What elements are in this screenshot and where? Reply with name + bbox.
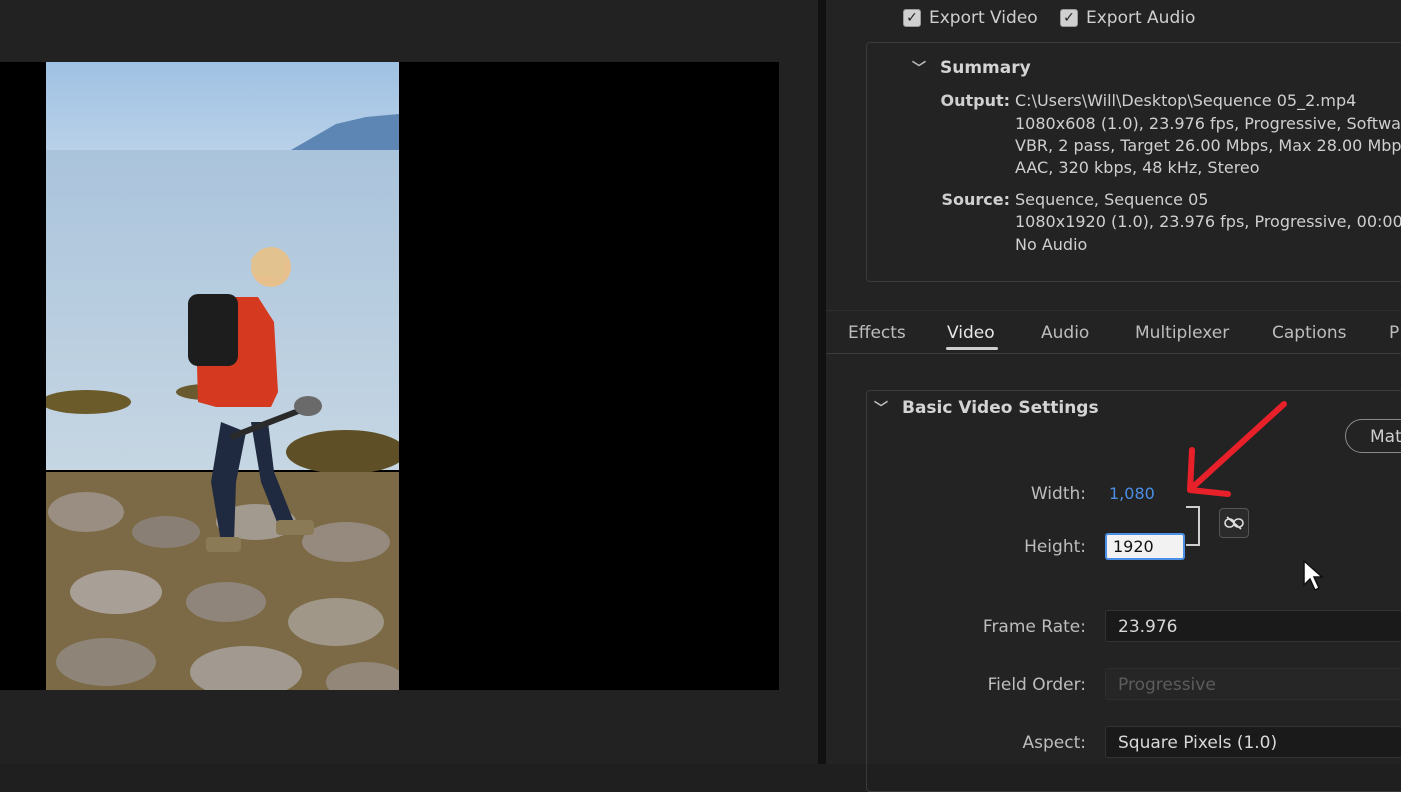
source-audio-spec: No Audio — [1015, 235, 1088, 254]
field-order-dropdown: Progressive — [1105, 668, 1401, 700]
checkbox-check-icon: ✓ — [1060, 9, 1078, 27]
aspect-link-bracket — [1186, 506, 1200, 546]
output-video-spec: 1080x608 (1.0), 23.976 fps, Progressive,… — [1015, 114, 1401, 133]
width-value[interactable]: 1,080 — [1109, 484, 1155, 503]
tab-captions[interactable]: Captions — [1272, 323, 1347, 343]
video-preview-frame — [0, 62, 779, 690]
summary-header[interactable]: ﹀ Summary — [912, 58, 1031, 78]
match-source-button[interactable]: Mat — [1345, 419, 1401, 453]
preview-image-hiker-on-rocky-shore — [46, 62, 399, 690]
unlink-icon[interactable] — [1219, 508, 1249, 538]
basic-video-settings-header[interactable]: ﹀ Basic Video Settings — [874, 398, 1099, 418]
output-path: C:\Users\Will\Desktop\Sequence 05_2.mp4 — [1015, 91, 1357, 110]
annotation-arrow — [1187, 401, 1287, 497]
panel-divider[interactable] — [818, 0, 826, 764]
aspect-dropdown[interactable]: Square Pixels (1.0) — [1105, 726, 1401, 758]
height-label: Height: — [1024, 537, 1086, 557]
tab-multiplexer[interactable]: Multiplexer — [1135, 323, 1229, 343]
tab-effects[interactable]: Effects — [848, 323, 906, 343]
output-audio-spec: AAC, 320 kbps, 48 kHz, Stereo — [1015, 158, 1260, 177]
chevron-down-icon: ﹀ — [912, 61, 926, 77]
output-label: Output: — [940, 91, 1010, 110]
source-name: Sequence, Sequence 05 — [1015, 190, 1209, 209]
settings-tabs: Effects Video Audio Multiplexer Captions… — [826, 310, 1401, 354]
frame-rate-label: Frame Rate: — [982, 617, 1086, 637]
summary-title: Summary — [940, 58, 1031, 78]
chevron-down-icon: ﹀ — [874, 401, 888, 417]
tab-audio[interactable]: Audio — [1041, 323, 1089, 343]
program-monitor — [0, 0, 818, 764]
output-bitrate-spec: VBR, 2 pass, Target 26.00 Mbps, Max 28.0… — [1015, 136, 1401, 155]
frame-rate-dropdown[interactable]: 23.976 — [1105, 610, 1401, 642]
mouse-cursor-icon — [1303, 559, 1324, 592]
export-audio-label: Export Audio — [1086, 8, 1196, 28]
active-tab-indicator — [946, 347, 998, 350]
aspect-label: Aspect: — [1022, 733, 1086, 753]
width-label: Width: — [1030, 484, 1086, 504]
export-video-checkbox[interactable]: ✓ Export Video — [903, 8, 1038, 28]
tab-video[interactable]: Video — [947, 323, 995, 343]
source-label: Source: — [941, 190, 1010, 209]
tab-publish[interactable]: P — [1389, 323, 1399, 343]
field-order-label: Field Order: — [987, 675, 1086, 695]
height-input[interactable] — [1105, 533, 1185, 560]
checkbox-check-icon: ✓ — [903, 9, 921, 27]
export-audio-checkbox[interactable]: ✓ Export Audio — [1060, 8, 1195, 28]
export-video-label: Export Video — [929, 8, 1038, 28]
basic-video-settings-title: Basic Video Settings — [902, 398, 1099, 418]
export-settings-panel: ✓ Export Video ✓ Export Audio ﹀ Summary … — [826, 0, 1401, 792]
source-video-spec: 1080x1920 (1.0), 23.976 fps, Progressive… — [1015, 212, 1401, 231]
